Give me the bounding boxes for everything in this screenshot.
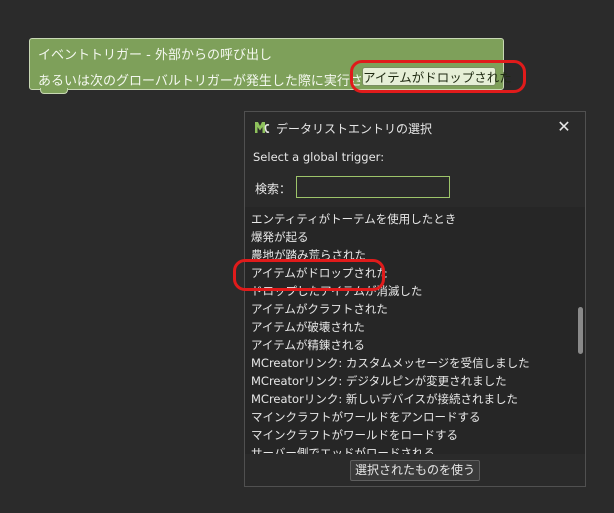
list-item[interactable]: MCreatorリンク: デジタルピンが変更されました: [251, 372, 530, 390]
list-item[interactable]: アイテムが精錬される: [251, 336, 530, 354]
list-item[interactable]: MCreatorリンク: カスタムメッセージを受信しました: [251, 354, 530, 372]
close-icon[interactable]: ✕: [554, 117, 574, 137]
block-description: あるいは次のグローバルトリガーが発生した際に実行される: [38, 74, 389, 89]
list-item[interactable]: サーバー側でエッドがロードされる: [251, 444, 530, 454]
trigger-prompt: Select a global trigger:: [253, 150, 385, 164]
scrollbar-thumb[interactable]: [578, 307, 583, 354]
list-item[interactable]: マインクラフトがワールドをロードする: [251, 426, 530, 444]
use-selected-button[interactable]: 選択されたものを使う: [350, 460, 480, 481]
highlight-annotation-block: [350, 60, 526, 93]
list-item[interactable]: MCreatorリンク: 新しいデバイスが接続されました: [251, 390, 530, 408]
search-input[interactable]: [296, 176, 450, 198]
mcreator-logo-icon: [255, 122, 270, 133]
list-item[interactable]: マインクラフトがワールドをアンロードする: [251, 408, 530, 426]
search-label: 検索：: [255, 182, 292, 196]
list-item[interactable]: アイテムが破壊された: [251, 318, 530, 336]
list-item[interactable]: エンティティがトーテムを使用したとき: [251, 210, 530, 228]
list-item[interactable]: 爆発が起る: [251, 228, 530, 246]
dialog-title: データリストエントリの選択: [276, 122, 433, 136]
list-item[interactable]: アイテムがクラフトされた: [251, 300, 530, 318]
highlight-annotation-item: [233, 259, 385, 291]
trigger-list[interactable]: エンティティがトーテムを使用したとき 爆発が起る 農地が踏み荒らされた アイテムがドロ…: [245, 207, 585, 454]
block-title: イベントトリガー - 外部からの呼び出し: [38, 48, 272, 63]
